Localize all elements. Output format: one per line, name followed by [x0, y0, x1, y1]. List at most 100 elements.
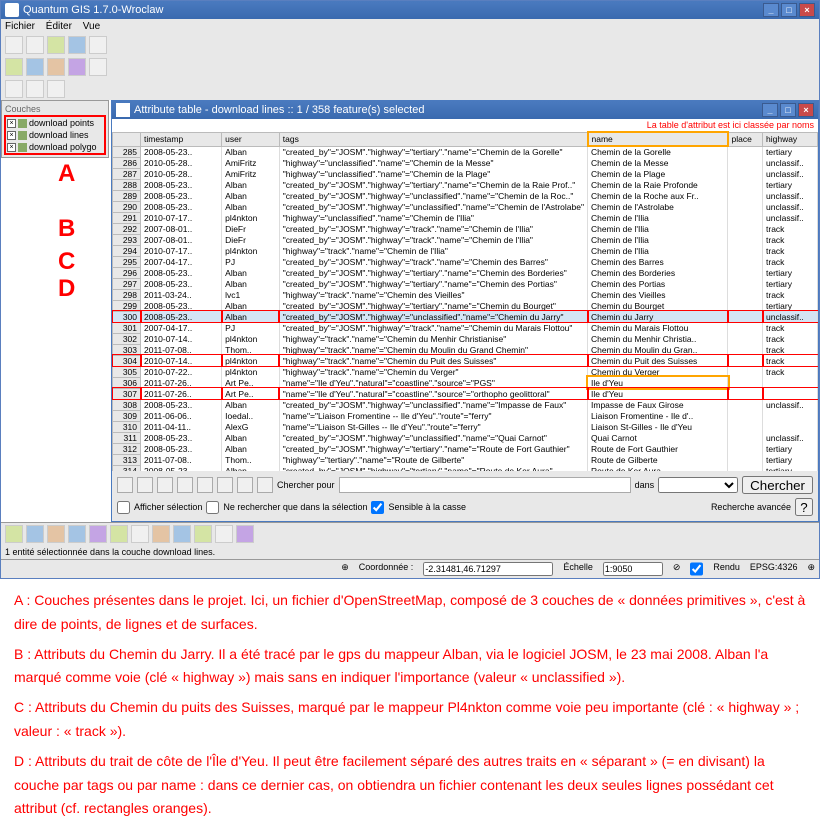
- cell[interactable]: 2011-07-08..: [141, 344, 222, 355]
- cell[interactable]: Alban: [222, 190, 280, 201]
- cell[interactable]: Chemin des Vieilles: [588, 289, 728, 300]
- table-row[interactable]: 2922007-08-01..DieFr"created_by"="JOSM".…: [113, 223, 818, 234]
- cell[interactable]: 2007-04-17..: [141, 256, 222, 267]
- cell[interactable]: 302: [113, 333, 141, 344]
- cell[interactable]: track: [763, 366, 818, 377]
- cell[interactable]: Chemin de l'Astrolabe: [588, 201, 728, 212]
- tool-button[interactable]: [117, 477, 133, 493]
- echelle-value[interactable]: [603, 562, 663, 576]
- table-row[interactable]: 2852008-05-23..Alban"created_by"="JOSM".…: [113, 146, 818, 157]
- cell[interactable]: AmiFritz: [222, 168, 280, 179]
- table-row[interactable]: 2872010-05-28..AmiFritz"highway"="unclas…: [113, 168, 818, 179]
- table-row[interactable]: 2952007-04-17..PJ"created_by"="JOSM"."hi…: [113, 256, 818, 267]
- cell[interactable]: Ioedal..: [222, 410, 280, 421]
- cell[interactable]: "created_by"="JOSM"."highway"="track"."n…: [279, 322, 587, 333]
- cell[interactable]: tertiary: [763, 146, 818, 157]
- cell[interactable]: 2008-05-23..: [141, 399, 222, 410]
- toolbar-button[interactable]: [26, 36, 44, 54]
- cell[interactable]: 303: [113, 344, 141, 355]
- cell[interactable]: "created_by"="JOSM"."highway"="track"."n…: [279, 256, 587, 267]
- table-row[interactable]: 2992008-05-23..Alban"created_by"="JOSM".…: [113, 300, 818, 311]
- search-selection-checkbox[interactable]: [206, 501, 219, 514]
- cell[interactable]: 2010-05-28..: [141, 157, 222, 168]
- cell[interactable]: [728, 410, 763, 421]
- table-row[interactable]: 2932007-08-01..DieFr"created_by"="JOSM".…: [113, 234, 818, 245]
- cell[interactable]: DieFr: [222, 234, 280, 245]
- cell[interactable]: "highway"="tertiary"."name"="Route de Gi…: [279, 454, 587, 465]
- cell[interactable]: 2011-07-26..: [141, 388, 222, 399]
- cell[interactable]: Chemin des Portias: [588, 278, 728, 289]
- table-row[interactable]: 2892008-05-23..Alban"created_by"="JOSM".…: [113, 190, 818, 201]
- cell[interactable]: "created_by"="JOSM"."highway"="track"."n…: [279, 234, 587, 245]
- cell[interactable]: Liaison Fromentine - Ile d'..: [588, 410, 728, 421]
- cell[interactable]: [728, 234, 763, 245]
- cell[interactable]: 310: [113, 421, 141, 432]
- table-row[interactable]: 2972008-05-23..Alban"created_by"="JOSM".…: [113, 278, 818, 289]
- cell[interactable]: [728, 201, 763, 212]
- cell[interactable]: 299: [113, 300, 141, 311]
- cell[interactable]: 306: [113, 377, 141, 388]
- cell[interactable]: tertiary: [763, 454, 818, 465]
- cell[interactable]: 286: [113, 157, 141, 168]
- cell[interactable]: 304: [113, 355, 141, 366]
- cell[interactable]: tertiary: [763, 278, 818, 289]
- cell[interactable]: [728, 421, 763, 432]
- cell[interactable]: 291: [113, 212, 141, 223]
- cell[interactable]: [728, 190, 763, 201]
- cell[interactable]: track: [763, 245, 818, 256]
- toolbar-button[interactable]: [194, 525, 212, 543]
- table-row[interactable]: 2862010-05-28..AmiFritz"highway"="unclas…: [113, 157, 818, 168]
- cell[interactable]: 2011-03-24..: [141, 289, 222, 300]
- cell[interactable]: [728, 223, 763, 234]
- cell[interactable]: unclassif..: [763, 311, 818, 322]
- checkbox-icon[interactable]: ×: [7, 131, 16, 140]
- cell[interactable]: [728, 157, 763, 168]
- tool-button[interactable]: [237, 477, 253, 493]
- cell[interactable]: [763, 421, 818, 432]
- cell[interactable]: "created_by"="JOSM"."highway"="tertiary"…: [279, 146, 587, 157]
- toolbar-button[interactable]: [152, 525, 170, 543]
- table-row[interactable]: 3092011-06-06..Ioedal.."name"="Liaison F…: [113, 410, 818, 421]
- cell[interactable]: 2008-05-23..: [141, 179, 222, 190]
- cell[interactable]: 293: [113, 234, 141, 245]
- cell[interactable]: track: [763, 234, 818, 245]
- cell[interactable]: 2008-05-23..: [141, 267, 222, 278]
- cell[interactable]: [728, 432, 763, 443]
- cell[interactable]: unclassif..: [763, 432, 818, 443]
- cell[interactable]: Alban: [222, 465, 280, 471]
- inner-minimize-button[interactable]: _: [762, 103, 778, 117]
- cell[interactable]: 2008-05-23..: [141, 465, 222, 471]
- table-row[interactable]: 2962008-05-23..Alban"created_by"="JOSM".…: [113, 267, 818, 278]
- cell[interactable]: Chemin de l'Ilia: [588, 234, 728, 245]
- cell[interactable]: 307: [113, 388, 141, 399]
- table-row[interactable]: 3082008-05-23..Alban"created_by"="JOSM".…: [113, 399, 818, 410]
- minimize-button[interactable]: _: [763, 3, 779, 17]
- table-row[interactable]: 2942010-07-17..pl4nkton"highway"="track"…: [113, 245, 818, 256]
- cell[interactable]: track: [763, 333, 818, 344]
- cell[interactable]: [728, 256, 763, 267]
- cell[interactable]: 2010-07-14..: [141, 333, 222, 344]
- cell[interactable]: Impasse de Faux Girose: [588, 399, 728, 410]
- cell[interactable]: lvc1: [222, 289, 280, 300]
- cell[interactable]: "highway"="track"."name"="Chemin de l'Il…: [279, 245, 587, 256]
- table-row[interactable]: 3062011-07-26..Art Pe.."name"="Ile d'Yeu…: [113, 377, 818, 388]
- table-row[interactable]: 3002008-05-23..Alban"created_by"="JOSM".…: [113, 311, 818, 322]
- cell[interactable]: 290: [113, 201, 141, 212]
- cell[interactable]: 2011-04-11..: [141, 421, 222, 432]
- cell[interactable]: Alban: [222, 267, 280, 278]
- table-row[interactable]: 3052010-07-22..pl4nkton"highway"="track"…: [113, 366, 818, 377]
- cell[interactable]: 2008-05-23..: [141, 432, 222, 443]
- toolbar-button[interactable]: [5, 58, 23, 76]
- crs-icon[interactable]: ⊕: [807, 562, 815, 576]
- cell[interactable]: Liaison St-Gilles - Ile d'Yeu: [588, 421, 728, 432]
- cell[interactable]: Chemin du Verger: [588, 366, 728, 377]
- toolbar-button[interactable]: [89, 525, 107, 543]
- toolbar-button[interactable]: [26, 80, 44, 98]
- col-highway[interactable]: highway: [763, 132, 818, 146]
- cell[interactable]: [728, 300, 763, 311]
- cell[interactable]: 312: [113, 443, 141, 454]
- cell[interactable]: 311: [113, 432, 141, 443]
- table-row[interactable]: 3072011-07-26..Art Pe.."name"="Ile d'Yeu…: [113, 388, 818, 399]
- cell[interactable]: "highway"="unclassified"."name"="Chemin …: [279, 168, 587, 179]
- table-row[interactable]: 2982011-03-24..lvc1"highway"="track"."na…: [113, 289, 818, 300]
